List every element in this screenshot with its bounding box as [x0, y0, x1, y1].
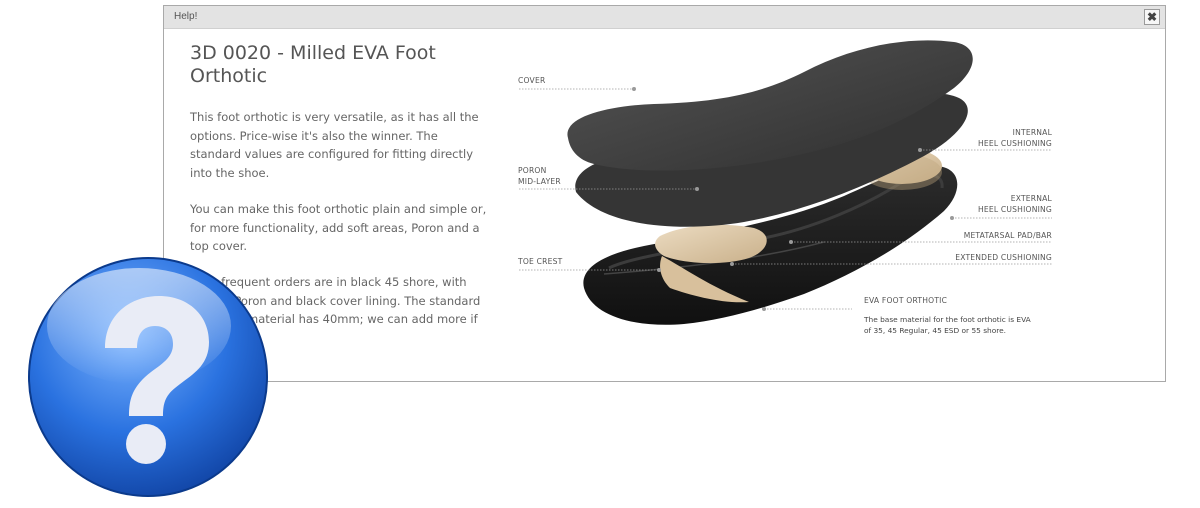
label-eva: EVA FOOT ORTHOTIC: [864, 296, 948, 305]
question-mark-icon: [28, 257, 268, 497]
label-poron-2: MID-LAYER: [518, 177, 561, 186]
eva-caption-2: of 35, 45 Regular, 45 ESD or 55 shore.: [864, 326, 1007, 335]
help-dialog: Help! ✖ 3D 0020 - Milled EVA Foot Orthot…: [163, 5, 1166, 382]
metatarsal-pad-shape: [655, 224, 767, 264]
label-metatarsal: METATARSAL PAD/BAR: [963, 231, 1052, 240]
label-internal-1: INTERNAL: [1012, 128, 1052, 137]
label-toe-crest: TOE CREST: [518, 257, 563, 266]
label-cover: COVER: [518, 76, 546, 85]
label-external-2: HEEL CUSHIONING: [977, 205, 1052, 214]
eva-caption-1: The base material for the foot orthotic …: [864, 315, 1031, 324]
label-internal-2: HEEL CUSHIONING: [977, 139, 1052, 148]
label-poron-1: PORON: [518, 166, 547, 175]
label-extended: EXTENDED CUSHIONING: [955, 253, 1052, 262]
label-external-1: EXTERNAL: [1010, 194, 1052, 203]
